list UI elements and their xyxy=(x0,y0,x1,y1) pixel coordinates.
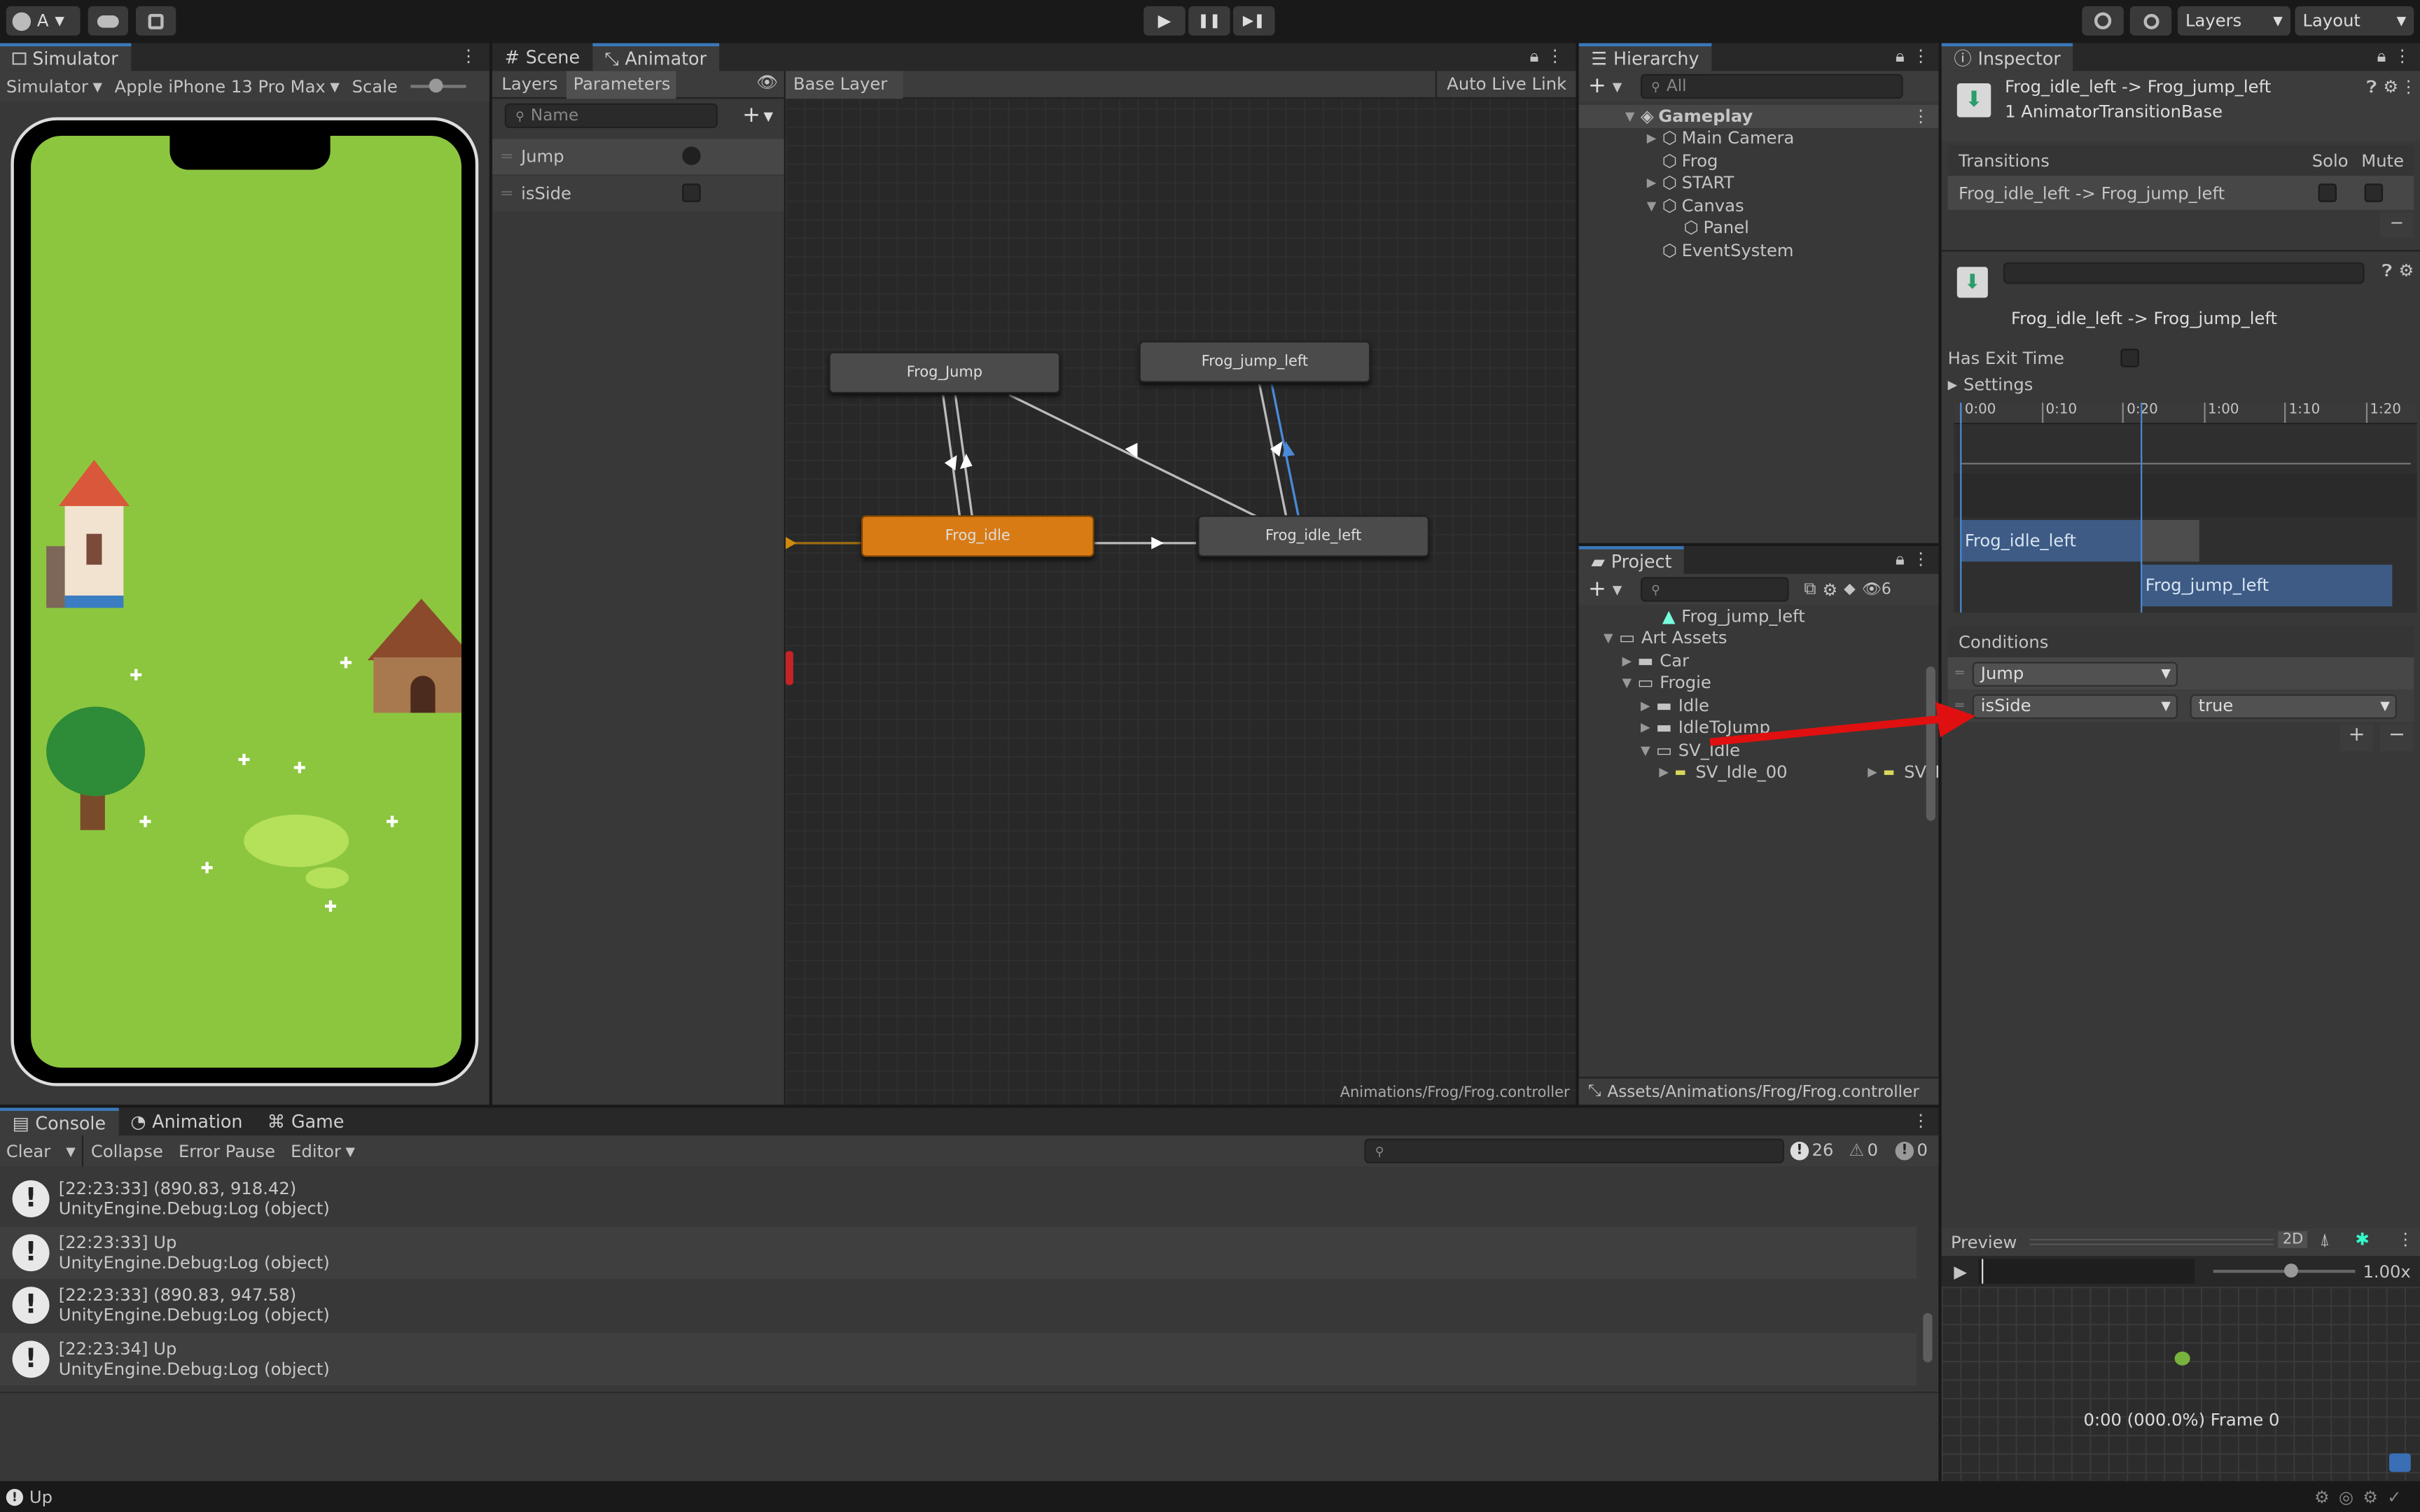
annotation-arrow xyxy=(1709,701,1976,746)
